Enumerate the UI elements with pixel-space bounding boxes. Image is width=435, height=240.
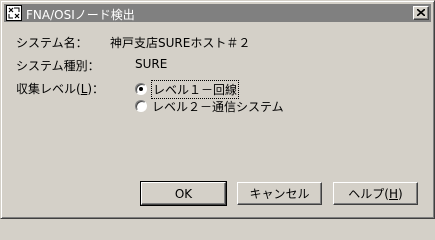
radio-level-2-button[interactable] xyxy=(135,100,147,112)
radio-level-1[interactable]: レベル１－回線 xyxy=(135,79,240,99)
title-bar[interactable]: FNA/OSIノード検出 xyxy=(4,4,431,22)
radio-level-2[interactable]: レベル２－通信システム xyxy=(135,98,284,114)
cancel-button[interactable]: キャンセル xyxy=(237,182,322,205)
radio-level-1-button[interactable] xyxy=(135,83,147,95)
help-button[interactable]: ヘルプ(H) xyxy=(333,182,418,205)
system-name-label: システム名： xyxy=(16,36,88,50)
ok-button[interactable]: OK xyxy=(140,181,227,206)
system-type-label: システム種別： xyxy=(16,59,100,73)
dialog-window: FNA/OSIノード検出 システム名： 神戸支店SUREホスト＃２ システム種別… xyxy=(0,0,435,219)
system-type-value: SURE xyxy=(135,57,168,71)
radio-level-2-label[interactable]: レベル２－通信システム xyxy=(152,98,284,115)
app-icon xyxy=(6,5,22,21)
close-button[interactable] xyxy=(413,6,429,20)
radio-level-1-label[interactable]: レベル１－回線 xyxy=(150,79,240,99)
system-name-value: 神戸支店SUREホスト＃２ xyxy=(110,36,251,50)
collect-level-label: 収集レベル(L)： xyxy=(16,82,105,96)
window-title: FNA/OSIノード検出 xyxy=(26,8,135,22)
close-icon xyxy=(417,9,425,16)
